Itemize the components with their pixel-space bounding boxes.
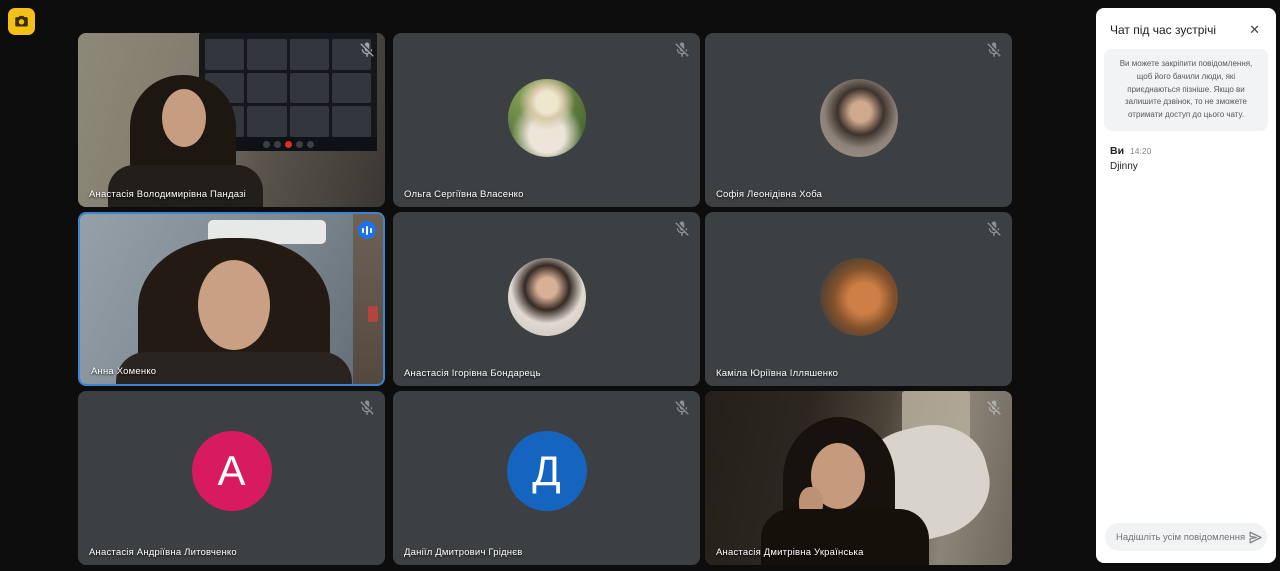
chat-info-notice: Ви можете закріпити повідомлення, щоб йо…	[1104, 49, 1268, 131]
audio-level-icon	[358, 221, 376, 239]
chat-input-bar	[1105, 523, 1267, 551]
video-feed	[705, 391, 1012, 565]
message-time: 14:20	[1130, 146, 1151, 156]
participant-tile[interactable]: Софія Леонідівна Хоба	[705, 33, 1012, 207]
message-sender: Ви	[1110, 145, 1124, 157]
mic-off-icon	[985, 41, 1003, 59]
message-text: Djinny	[1110, 161, 1262, 172]
participant-name: Анастасія Володимирівна Пандазі	[89, 189, 246, 200]
avatar	[820, 258, 898, 336]
mic-off-icon	[673, 220, 691, 238]
participant-name: Даніїл Дмитрович Гріднєв	[404, 547, 523, 558]
avatar	[508, 79, 586, 157]
letter-avatar: Д	[507, 431, 587, 511]
chat-panel: Чат під час зустрічі ✕ Ви можете закріпи…	[1096, 8, 1276, 563]
meeting-window: Анастасія Володимирівна Пандазі Ольга Се…	[0, 0, 1280, 571]
participant-name: Анастасія Андріївна Литовченко	[89, 547, 237, 558]
chat-message: Ви 14:20 Djinny	[1096, 131, 1276, 172]
participant-name: Анастасія Дмитрівна Українська	[716, 547, 864, 558]
participant-name: Анна Хоменко	[91, 366, 156, 377]
mic-off-icon	[985, 220, 1003, 238]
camera-icon	[14, 14, 29, 29]
participant-tile[interactable]: Анастасія Ігорівна Бондарець	[393, 212, 700, 386]
video-feed	[78, 33, 385, 207]
mic-off-icon	[358, 41, 376, 59]
participant-name: Ольга Сергіївна Власенко	[404, 189, 524, 200]
mic-off-icon	[673, 399, 691, 417]
participant-tile[interactable]: Анастасія Дмитрівна Українська	[705, 391, 1012, 565]
participant-tile[interactable]: Анастасія Володимирівна Пандазі	[78, 33, 385, 207]
close-icon[interactable]: ✕	[1247, 21, 1262, 38]
participant-tile[interactable]: А Анастасія Андріївна Литовченко	[78, 391, 385, 565]
participant-tile[interactable]: Каміла Юріївна Ілляшенко	[705, 212, 1012, 386]
letter-avatar: А	[192, 431, 272, 511]
screenshot-tool-button[interactable]	[8, 8, 35, 35]
mic-off-icon	[673, 41, 691, 59]
participant-tile[interactable]: Д Даніїл Дмитрович Гріднєв	[393, 391, 700, 565]
mic-off-icon	[985, 399, 1003, 417]
participant-tile[interactable]: Ольга Сергіївна Власенко	[393, 33, 700, 207]
mic-off-icon	[358, 399, 376, 417]
chat-panel-title: Чат під час зустрічі	[1110, 23, 1216, 37]
participant-name: Софія Леонідівна Хоба	[716, 189, 822, 200]
participant-name: Анастасія Ігорівна Бондарець	[404, 368, 541, 379]
send-icon[interactable]	[1248, 528, 1263, 546]
video-feed	[80, 214, 383, 384]
avatar	[820, 79, 898, 157]
participant-name: Каміла Юріївна Ілляшенко	[716, 368, 838, 379]
chat-message-input[interactable]	[1116, 532, 1248, 543]
avatar	[508, 258, 586, 336]
participant-tile-active-speaker[interactable]: Анна Хоменко	[78, 212, 385, 386]
